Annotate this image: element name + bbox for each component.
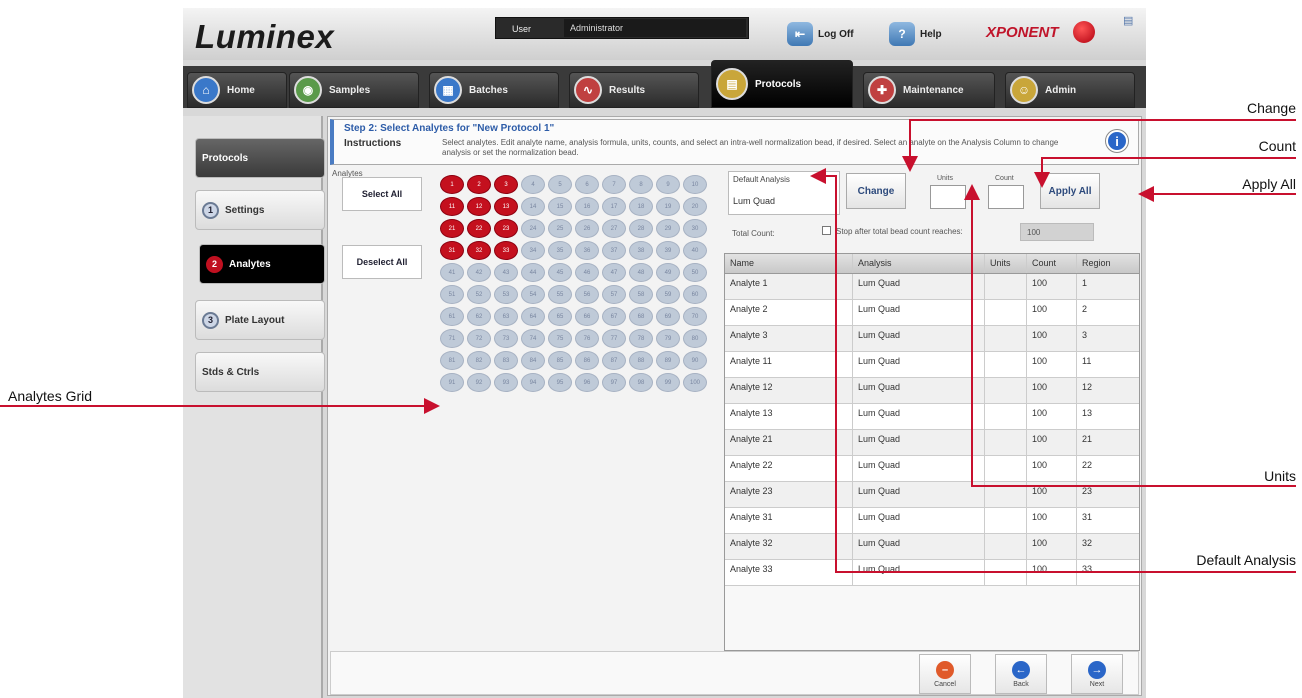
callout-arrows [0,119,1296,573]
callout-apply-all: Apply All [1242,176,1296,192]
callout-count: Count [1258,138,1296,154]
callout-analytes-grid: Analytes Grid [8,388,93,404]
callout-default-analysis: Default Analysis [1196,552,1296,568]
default-analysis-arrow [810,168,1296,573]
callout-change: Change [1246,100,1296,116]
callout-units: Units [1264,468,1296,484]
change-arrow [902,119,1296,172]
units-arrow [964,184,1296,487]
